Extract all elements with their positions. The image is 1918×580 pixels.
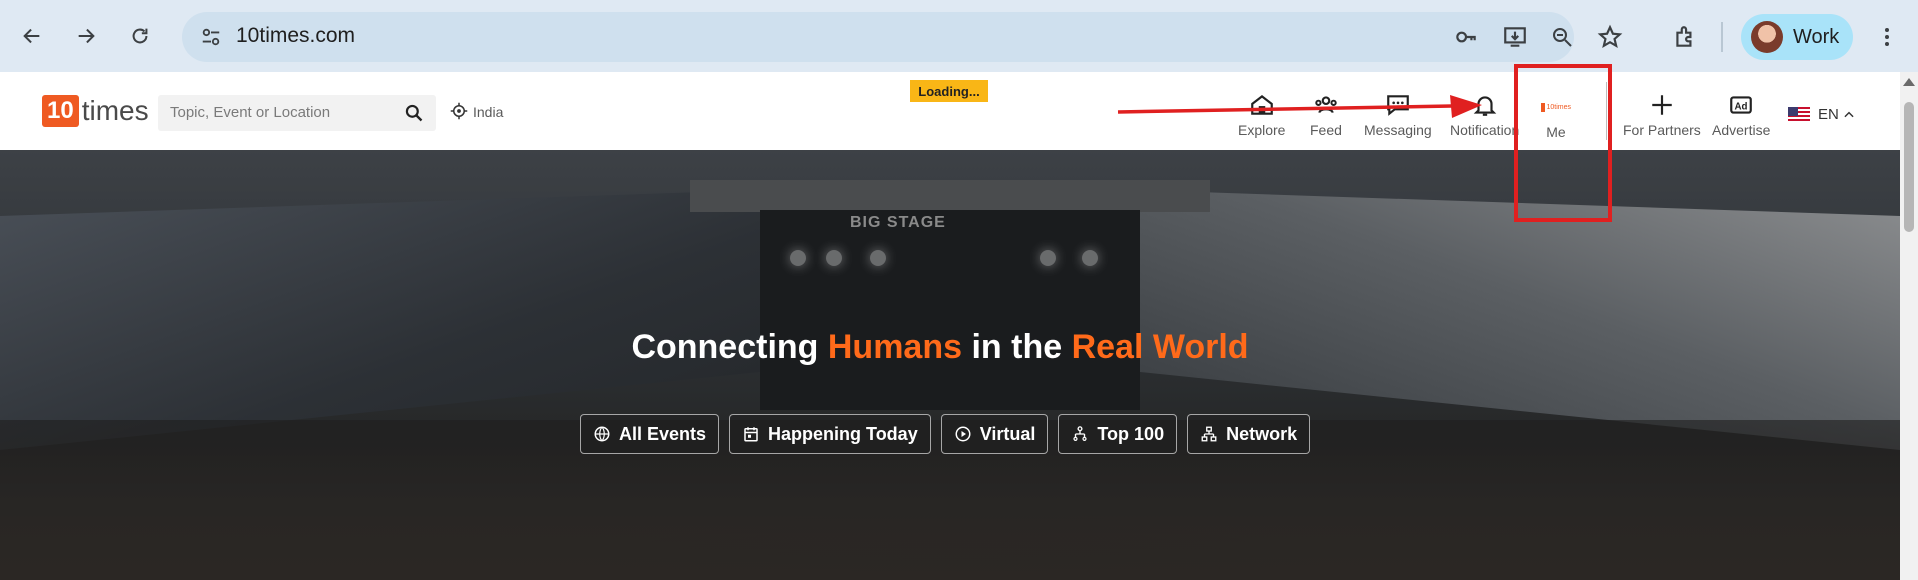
scroll-thumb[interactable]	[1904, 102, 1914, 232]
stadium-stand-right	[1140, 190, 1900, 450]
profile-button[interactable]: Work	[1741, 14, 1853, 60]
chip-all-events[interactable]: All Events	[580, 414, 720, 454]
location-label[interactable]: India	[473, 104, 503, 120]
browser-toolbar: 10times.com Work	[0, 0, 1918, 72]
logo-number: 10	[42, 95, 79, 127]
hero-title-highlight-real-world: Real World	[1071, 328, 1249, 366]
annotation-highlight-box	[1514, 64, 1612, 222]
annotation-arrow	[1117, 95, 1482, 118]
reload-icon[interactable]	[122, 18, 158, 54]
search-placeholder: Topic, Event or Location	[170, 104, 331, 121]
chip-virtual-label: Virtual	[979, 423, 1036, 444]
location-target-icon[interactable]	[450, 102, 468, 120]
url-text[interactable]: 10times.com	[236, 24, 355, 48]
search-input[interactable]: Topic, Event or Location	[158, 95, 436, 131]
hero-title-part2: in the	[962, 328, 1072, 366]
nav-advertise-label: Advertise	[1712, 122, 1771, 138]
nav-for-partners-label: For Partners	[1623, 122, 1701, 138]
chip-happening-today-label: Happening Today	[768, 423, 918, 444]
page-scrollbar[interactable]	[1900, 72, 1918, 580]
scroll-up-arrow-icon[interactable]	[1903, 78, 1915, 86]
plus-icon	[1652, 95, 1672, 115]
avatar	[1751, 21, 1783, 53]
hero-title: Connecting Humans in the Real World	[0, 328, 1880, 367]
chevron-up-icon	[1844, 111, 1854, 117]
key-icon[interactable]	[1451, 22, 1481, 52]
language-selector[interactable]: EN	[1788, 106, 1856, 123]
stage-light	[870, 250, 886, 266]
ad-badge-text: Ad	[1735, 101, 1748, 112]
chip-happening-today[interactable]: Happening Today	[729, 414, 931, 454]
us-flag-icon	[1788, 106, 1810, 123]
site-info-icon[interactable]	[200, 26, 222, 48]
hero-chip-row: All Events Happening Today Virtual Top 1…	[580, 414, 1311, 454]
toolbar-divider	[1721, 22, 1723, 52]
stage-light	[790, 250, 806, 266]
stage-light	[1040, 250, 1056, 266]
stage	[760, 210, 1140, 410]
calendar-icon	[744, 427, 758, 442]
ad-icon: Ad	[1730, 96, 1753, 114]
back-icon[interactable]	[14, 18, 50, 54]
site-header: 10 times Topic, Event or Location India …	[0, 72, 1900, 150]
chip-network[interactable]: Network	[1187, 414, 1311, 454]
hero-banner: BIG STAGE Connecting Humans in the Real …	[0, 150, 1900, 580]
stage-sign: BIG STAGE	[850, 214, 946, 231]
forward-icon[interactable]	[68, 18, 104, 54]
stage-light	[826, 250, 842, 266]
menu-kebab-icon[interactable]	[1872, 22, 1902, 52]
stage-light	[1082, 250, 1098, 266]
nav-for-partners[interactable]: For Partners	[1623, 92, 1701, 138]
podium-icon	[1073, 426, 1087, 441]
stage-roof	[690, 180, 1210, 212]
hero-title-part1: Connecting	[631, 328, 828, 366]
network-icon	[1201, 426, 1217, 442]
chip-all-events-label: All Events	[619, 423, 707, 444]
logo-word: times	[81, 95, 149, 126]
profile-label: Work	[1793, 25, 1840, 48]
play-circle-icon	[955, 426, 971, 442]
loading-indicator: Loading...	[910, 80, 988, 102]
chip-virtual[interactable]: Virtual	[940, 414, 1049, 454]
bookmark-star-icon[interactable]	[1595, 22, 1625, 52]
extensions-icon[interactable]	[1670, 22, 1700, 52]
globe-icon	[594, 426, 610, 442]
zoom-icon[interactable]	[1547, 22, 1577, 52]
install-app-icon[interactable]	[1500, 22, 1530, 52]
search-icon[interactable]	[404, 103, 424, 123]
site-logo[interactable]: 10 times	[42, 94, 149, 128]
hero-title-highlight-humans: Humans	[827, 328, 963, 366]
chip-top-100-label: Top 100	[1097, 423, 1165, 444]
nav-advertise[interactable]: Ad Advertise	[1712, 92, 1770, 138]
language-label: EN	[1818, 106, 1839, 123]
address-bar[interactable]	[182, 12, 1574, 62]
chip-network-label: Network	[1226, 423, 1298, 444]
chip-top-100[interactable]: Top 100	[1058, 414, 1178, 454]
stadium-stand-left	[0, 190, 760, 450]
